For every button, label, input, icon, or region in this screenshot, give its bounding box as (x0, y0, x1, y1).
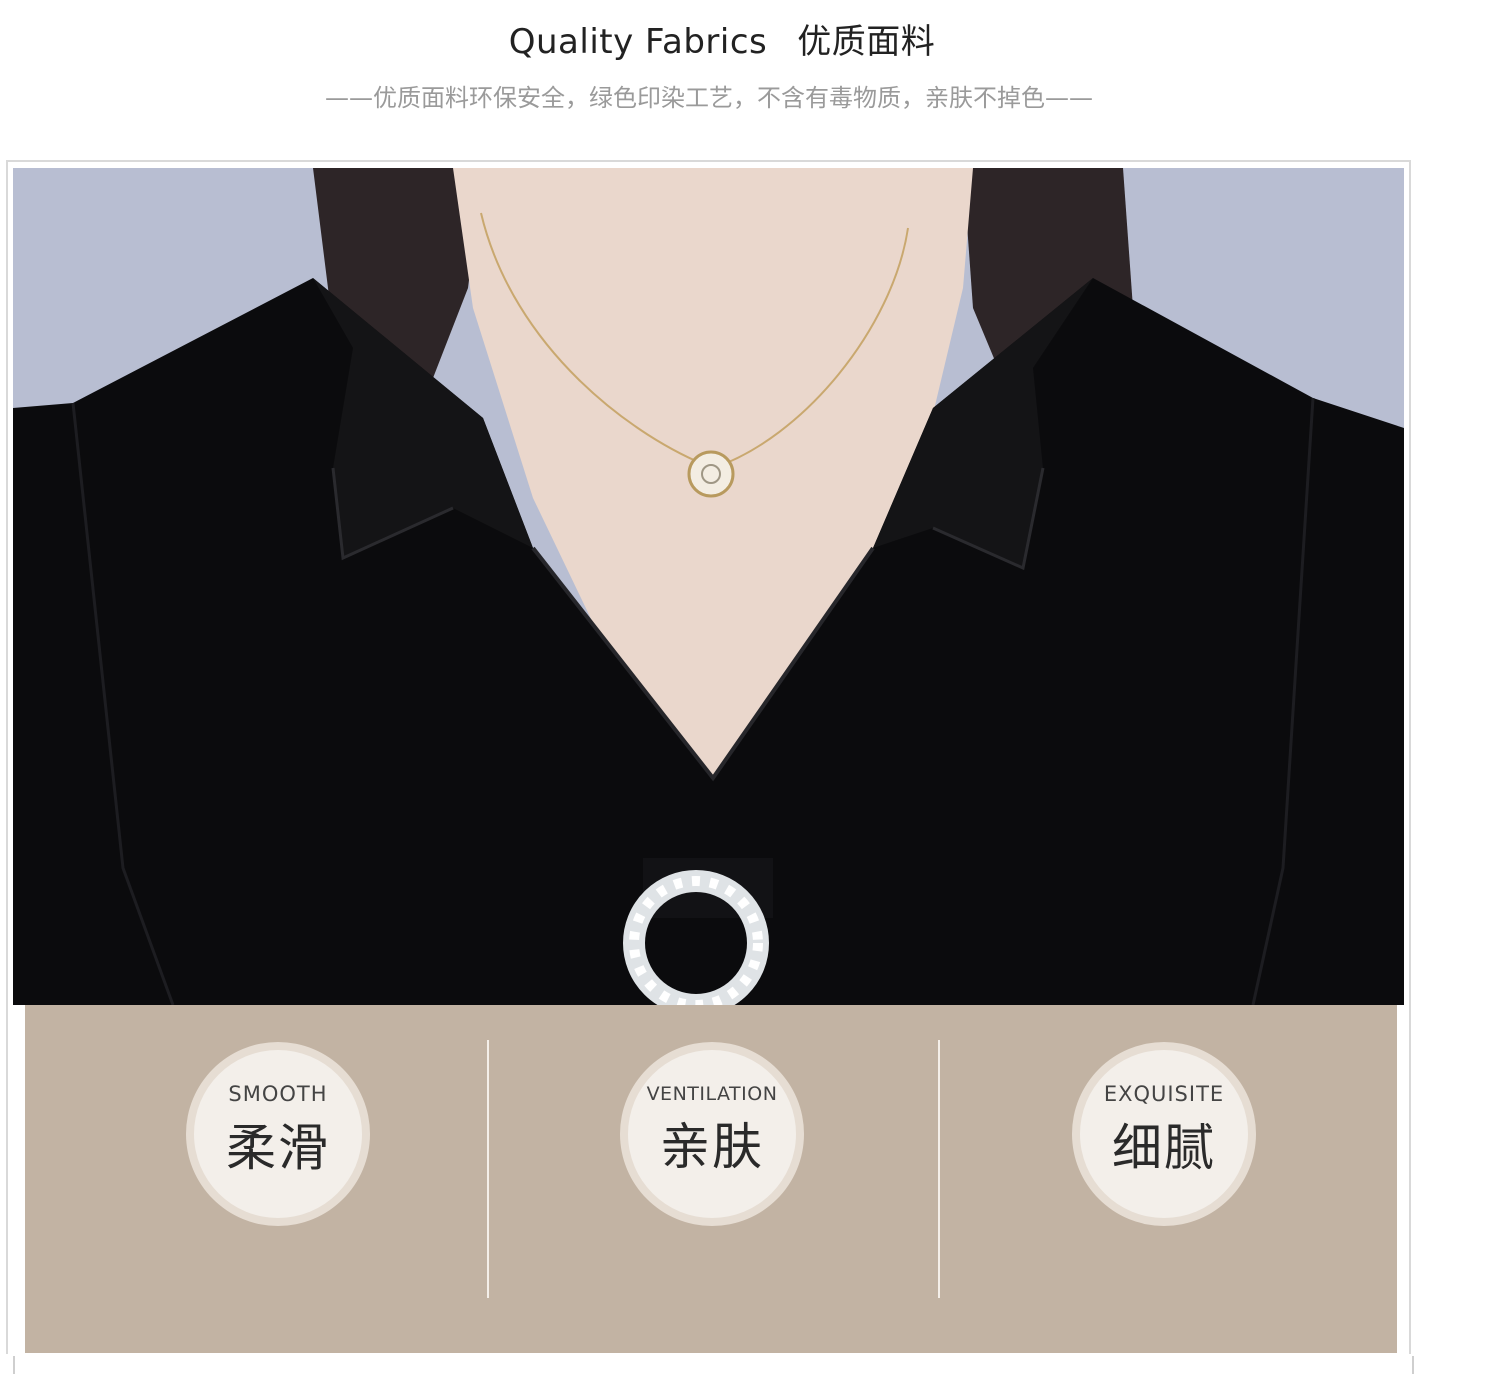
frame-corner-right (1412, 1356, 1414, 1374)
section-title: Quality Fabrics 优质面料 (0, 14, 1444, 63)
product-photo (13, 168, 1404, 1005)
title-chinese: 优质面料 (797, 22, 936, 62)
feature-label-en: EXQUISITE (1103, 1082, 1225, 1106)
frame-corner-left (13, 1356, 15, 1374)
section-subtitle: ——优质面料环保安全，绿色印染工艺，不含有毒物质，亲肤不掉色—— (325, 84, 1093, 112)
feature-label-en: VENTILATION (646, 1083, 778, 1105)
feature-divider (938, 1040, 940, 1298)
feature-badge-ventilation: VENTILATION 亲肤 (620, 1042, 804, 1226)
product-detail-page: Quality Fabrics 优质面料 ——优质面料环保安全，绿色印染工艺，不含… (0, 0, 1500, 1388)
feature-badge-exquisite: EXQUISITE 细腻 (1072, 1042, 1256, 1226)
feature-label-cn: 柔滑 (226, 1119, 330, 1177)
feature-label-cn: 亲肤 (660, 1118, 764, 1176)
feature-label-cn: 细腻 (1112, 1119, 1216, 1177)
feature-badge-smooth: SMOOTH 柔滑 (186, 1042, 370, 1226)
feature-divider (487, 1040, 489, 1298)
title-english: Quality Fabrics (508, 22, 768, 62)
feature-label-en: SMOOTH (228, 1082, 328, 1106)
